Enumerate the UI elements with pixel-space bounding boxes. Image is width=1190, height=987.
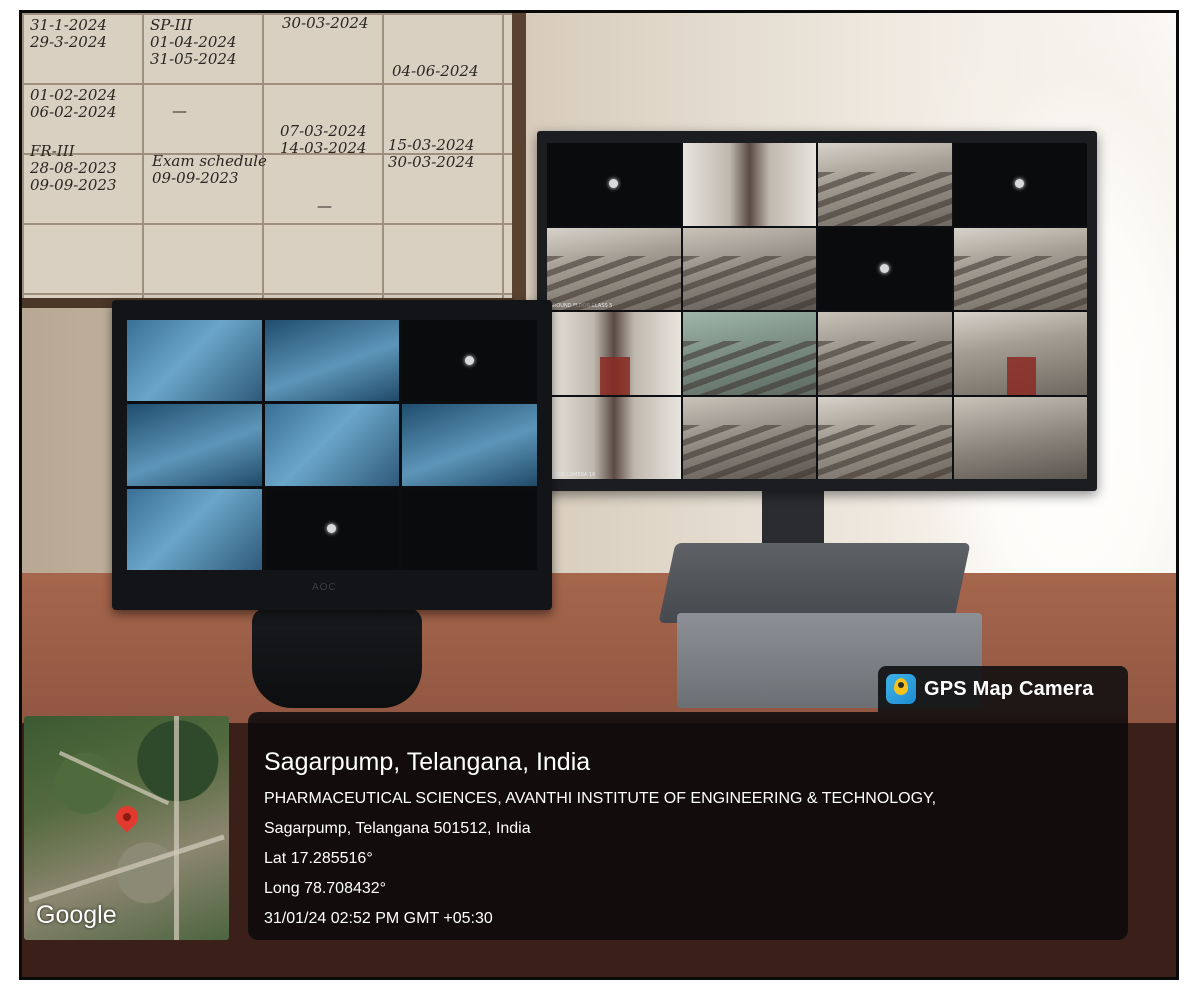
- whiteboard-cell: 01-02-2024 06-02-2024: [30, 86, 117, 121]
- whiteboard: 31-1-2024 29-3-2024 SP-III 01-04-2024 31…: [22, 13, 526, 308]
- camera-feed-tile: [402, 404, 537, 486]
- camera-feed-tile: [953, 143, 1087, 226]
- camera-feed-tile: GROUND FLOOR CLASS 5: [547, 227, 681, 310]
- camera-feed-tile: [818, 227, 952, 310]
- address-line-2: Sagarpump, Telangana 501512, India: [264, 820, 531, 837]
- whiteboard-cell: Exam schedule 09-09-2023: [152, 152, 267, 187]
- map-road: [28, 834, 225, 903]
- longitude: Long 78.708432°: [264, 880, 387, 897]
- whiteboard-cell: SP-III 01-04-2024 31-05-2024: [150, 16, 237, 68]
- camera-feed-tile: [682, 143, 816, 226]
- camera-feed-tile: [547, 143, 681, 226]
- monitor-brand: AOC: [312, 582, 337, 593]
- cctv-grid-9: [127, 320, 537, 570]
- location-title: Sagarpump, Telangana, India: [264, 748, 591, 776]
- latitude: Lat 17.285516°: [264, 850, 373, 867]
- camera-icon: [879, 263, 889, 273]
- map-road: [58, 750, 170, 806]
- camera-feed-tile: [264, 404, 400, 486]
- camera-feed-tile: [264, 320, 400, 402]
- whiteboard-cell: FR-III 28-08-2023 09-09-2023: [30, 142, 117, 194]
- camera-feed-tile: [953, 312, 1087, 395]
- map-thumbnail: Google: [24, 716, 229, 940]
- camera-feed-label: ROOM CAMERA 16: [549, 472, 596, 478]
- camera-feed-tile: [682, 312, 816, 395]
- camera-feed-tile: [818, 312, 952, 395]
- timestamp: 31/01/24 02:52 PM GMT +05:30: [264, 910, 493, 927]
- camera-feed-tile: [953, 396, 1087, 479]
- camera-feed-tile: [682, 227, 816, 310]
- camera-feed-tile: [547, 312, 681, 395]
- camera-feed-tile: [264, 488, 400, 570]
- camera-feed-tile: [818, 396, 952, 479]
- monitor-stand: [252, 608, 422, 708]
- camera-feed-tile: [682, 396, 816, 479]
- camera-feed-tile: [402, 488, 537, 570]
- whiteboard-cell: 31-1-2024 29-3-2024: [30, 16, 107, 51]
- whiteboard-cell: 15-03-2024 30-03-2024: [388, 136, 475, 171]
- whiteboard-cell: 30-03-2024: [282, 14, 369, 32]
- map-pin-camera-icon: [886, 674, 916, 704]
- location-info-panel: Sagarpump, Telangana, India PHARMACEUTIC…: [248, 712, 1128, 940]
- camera-feed-tile: ROOM CAMERA 16: [547, 396, 681, 479]
- address-line-1: PHARMACEUTICAL SCIENCES, AVANTHI INSTITU…: [264, 790, 937, 807]
- camera-icon: [464, 355, 474, 365]
- google-logo: Google: [36, 901, 117, 929]
- camera-icon: [326, 524, 336, 534]
- cctv-grid-16: GROUND FLOOR CLASS 5 ROOM CAMERA 16: [547, 143, 1087, 479]
- monitor-base: [658, 543, 971, 623]
- camera-icon: [608, 179, 618, 189]
- camera-feed-tile: [402, 320, 537, 402]
- camera-icon: [1015, 179, 1025, 189]
- camera-feed-tile: [818, 143, 952, 226]
- gps-app-badge: GPS Map Camera: [878, 666, 1128, 712]
- camera-feed-tile: [127, 404, 262, 486]
- camera-feed-tile: [127, 320, 262, 402]
- gps-app-name: GPS Map Camera: [924, 677, 1094, 700]
- cctv-monitor-large: GROUND FLOOR CLASS 5 ROOM CAMERA 16: [537, 131, 1097, 491]
- camera-feed-tile: [953, 227, 1087, 310]
- whiteboard-cell: —: [172, 102, 187, 120]
- whiteboard-cell: 07-03-2024 14-03-2024: [280, 122, 367, 157]
- camera-feed-label: GROUND FLOOR CLASS 5: [549, 303, 613, 309]
- map-road: [174, 716, 179, 940]
- whiteboard-cell: 04-06-2024: [392, 62, 479, 80]
- camera-feed-tile: [127, 488, 262, 570]
- whiteboard-cell: —: [317, 197, 332, 215]
- location-pin-icon: [111, 801, 143, 833]
- cctv-monitor-small: AOC: [112, 300, 552, 610]
